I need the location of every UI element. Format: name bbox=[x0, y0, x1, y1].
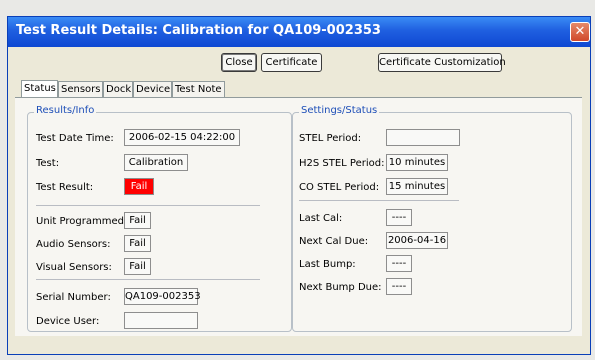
tab-device[interactable]: Device bbox=[133, 81, 172, 97]
h2s-stel-period-value: 10 minutes bbox=[386, 154, 448, 171]
test-label: Test: bbox=[36, 158, 60, 169]
unit-programmed-label: Unit Programmed: bbox=[36, 216, 128, 227]
last-bump-value: ---- bbox=[386, 255, 412, 272]
audio-sensors-value: Fail bbox=[124, 235, 151, 252]
test-result-label: Test Result: bbox=[36, 182, 94, 193]
test-date-time-label: Test Date Time: bbox=[36, 133, 114, 144]
co-stel-period-value: 15 minutes bbox=[386, 178, 448, 195]
visual-sensors-value: Fail bbox=[124, 258, 151, 275]
tab-sensors[interactable]: Sensors bbox=[58, 81, 103, 97]
audio-sensors-label: Audio Sensors: bbox=[36, 239, 111, 250]
serial-number-label: Serial Number: bbox=[36, 292, 111, 303]
settings-status-legend: Settings/Status bbox=[299, 105, 380, 116]
results-divider-1 bbox=[36, 205, 260, 206]
settings-status-group: Settings/Status STEL Period: H2S STEL Pe… bbox=[292, 105, 572, 332]
h2s-stel-period-label: H2S STEL Period: bbox=[299, 158, 385, 169]
last-cal-label: Last Cal: bbox=[299, 213, 343, 224]
results-divider-2 bbox=[36, 279, 260, 280]
results-info-group: Results/Info Test Date Time: 2006-02-15 … bbox=[27, 105, 292, 332]
settings-divider bbox=[299, 200, 459, 201]
title-bar[interactable]: Test Result Details: Calibration for QA1… bbox=[8, 17, 590, 47]
last-bump-label: Last Bump: bbox=[299, 259, 356, 270]
unit-programmed-value: Fail bbox=[124, 212, 151, 229]
test-value: Calibration bbox=[124, 154, 188, 171]
next-cal-due-value: 2006-04-16 bbox=[386, 232, 448, 249]
next-cal-due-label: Next Cal Due: bbox=[299, 236, 369, 247]
next-bump-due-value: ---- bbox=[386, 278, 412, 295]
test-date-time-value: 2006-02-15 04:22:00 bbox=[124, 129, 240, 146]
co-stel-period-label: CO STEL Period: bbox=[299, 182, 380, 193]
stel-period-label: STEL Period: bbox=[299, 133, 362, 144]
results-info-legend: Results/Info bbox=[34, 105, 97, 116]
stel-period-value bbox=[386, 129, 460, 146]
visual-sensors-label: Visual Sensors: bbox=[36, 262, 112, 273]
serial-number-value: QA109-002353 bbox=[124, 288, 201, 305]
status-tab-panel: Results/Info Test Date Time: 2006-02-15 … bbox=[15, 97, 582, 336]
certificate-button[interactable]: Certificate bbox=[261, 53, 322, 72]
tab-test-note[interactable]: Test Note bbox=[172, 81, 225, 97]
tab-status[interactable]: Status bbox=[21, 80, 58, 98]
test-result-value: Fail bbox=[124, 178, 154, 195]
window-title: Test Result Details: Calibration for QA1… bbox=[16, 23, 381, 38]
certificate-customization-button[interactable]: Certificate Customization bbox=[378, 53, 506, 72]
tab-dock[interactable]: Dock bbox=[103, 81, 133, 97]
device-user-value bbox=[124, 312, 198, 329]
device-user-label: Device User: bbox=[36, 316, 100, 327]
close-window-icon[interactable]: ✕ bbox=[570, 22, 590, 42]
next-bump-due-label: Next Bump Due: bbox=[299, 282, 382, 293]
last-cal-value: ---- bbox=[386, 209, 412, 226]
close-button[interactable]: Close bbox=[221, 53, 257, 72]
